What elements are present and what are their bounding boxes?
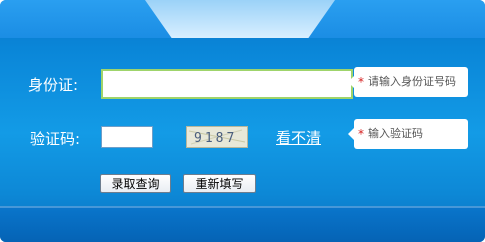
panel-footer-strip bbox=[0, 206, 485, 242]
admission-query-button[interactable]: 录取查询 bbox=[100, 174, 171, 193]
id-card-hint: * 请输入身份证号码 bbox=[348, 67, 468, 97]
required-star-icon: * bbox=[358, 127, 364, 141]
verification-code-label: 验证码: bbox=[30, 130, 81, 148]
refresh-captcha-link[interactable]: 看不清 bbox=[276, 127, 321, 148]
id-card-input[interactable] bbox=[101, 69, 353, 99]
id-card-hint-text: 请输入身份证号码 bbox=[368, 75, 456, 88]
captcha-text: 9187 bbox=[194, 131, 237, 146]
captcha-image[interactable]: 9187 bbox=[186, 126, 248, 148]
verification-code-hint-text: 输入验证码 bbox=[368, 127, 423, 140]
required-star-icon: * bbox=[358, 75, 364, 89]
header-notch-decoration bbox=[145, 0, 335, 38]
captcha-graphic: 9187 bbox=[188, 129, 246, 146]
id-card-label: 身份证: bbox=[28, 76, 79, 94]
reset-form-button[interactable]: 重新填写 bbox=[183, 174, 256, 193]
query-panel: 身份证: * 请输入身份证号码 验证码: 9187 看不清 * 输入验证码 录取… bbox=[0, 0, 485, 242]
verification-code-hint: * 输入验证码 bbox=[348, 119, 468, 149]
verification-code-input[interactable] bbox=[101, 126, 153, 148]
